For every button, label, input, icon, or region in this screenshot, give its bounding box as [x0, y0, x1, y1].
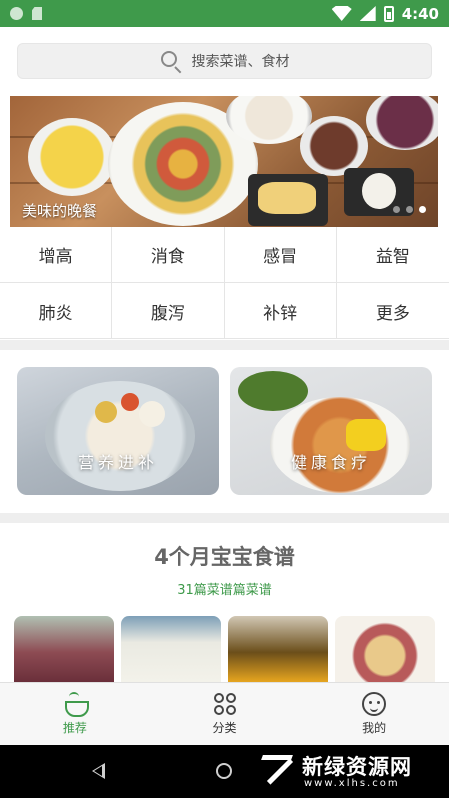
feature-card-label: 营养进补: [77, 453, 158, 472]
bottom-tab-bar: 推荐 分类 我的: [0, 682, 449, 745]
tab-mine[interactable]: 我的: [299, 683, 449, 745]
recipe-thumbnail[interactable]: [335, 616, 435, 682]
sd-card-icon: [32, 7, 42, 20]
notification-icon: [10, 7, 23, 20]
pot-icon: [63, 692, 89, 717]
category-item[interactable]: 肺炎: [0, 283, 113, 339]
category-more[interactable]: 更多: [337, 283, 449, 339]
feature-card-nutrition[interactable]: 营养进补: [17, 367, 219, 495]
category-item[interactable]: 腹泻: [112, 283, 225, 339]
watermark-title: 新绿资源网: [302, 755, 412, 779]
watermark-url: www.xlhs.com: [304, 778, 400, 789]
category-item[interactable]: 补锌: [225, 283, 337, 339]
search-placeholder: 搜索菜谱、食材: [191, 54, 290, 70]
banner-carousel[interactable]: 美味的晚餐: [10, 96, 438, 227]
recipe-thumbnail[interactable]: [121, 616, 221, 682]
banner-title: 美味的晚餐: [22, 202, 98, 220]
feature-cards: 营养进补 健康食疗: [17, 367, 432, 495]
battery-icon: [383, 5, 394, 22]
carousel-dot[interactable]: [406, 206, 413, 213]
search-area: 搜索菜谱、食材: [0, 27, 449, 96]
status-time: 4:40: [401, 4, 439, 23]
recipe-thumbnail[interactable]: [228, 616, 328, 682]
carousel-dot-active[interactable]: [419, 206, 426, 213]
watermark-logo-icon: [258, 751, 298, 791]
corn-image: [346, 419, 386, 451]
tab-recommend[interactable]: 推荐: [0, 683, 150, 745]
category-item[interactable]: 增高: [0, 227, 113, 283]
grid-icon: [213, 692, 237, 716]
tab-label: 推荐: [62, 721, 87, 735]
category-item[interactable]: 消食: [112, 227, 225, 283]
recipe-thumbnail[interactable]: [14, 616, 114, 682]
tab-label: 分类: [212, 721, 237, 735]
section-divider: [0, 513, 449, 523]
ingredient-plate-image: [248, 174, 328, 226]
search-icon: [160, 50, 182, 74]
wifi-icon: [331, 6, 352, 21]
soup-bowl-image: [270, 397, 410, 493]
search-bar[interactable]: 搜索菜谱、食材: [17, 43, 432, 79]
tab-category[interactable]: 分类: [150, 683, 300, 745]
feature-card-therapy[interactable]: 健康食疗: [230, 367, 432, 495]
category-item[interactable]: 益智: [336, 227, 449, 283]
section-title: 4个月宝宝食谱: [154, 545, 295, 569]
home-icon[interactable]: [216, 763, 232, 779]
signal-icon: [359, 6, 376, 21]
section-subtitle[interactable]: 31篇菜谱篇菜谱: [0, 579, 449, 598]
recipe-thumbnail-list: [14, 616, 435, 682]
carousel-dot[interactable]: [393, 206, 400, 213]
soup-bowl-image: [28, 118, 116, 196]
face-icon: [362, 692, 387, 716]
carousel-indicator: [393, 206, 426, 213]
category-grid: 增高 消食 感冒 益智 肺炎 腹泻 补锌 更多: [0, 227, 449, 339]
ingredient-bowl-image: [366, 96, 438, 150]
tab-label: 我的: [362, 721, 387, 735]
back-icon[interactable]: [92, 763, 105, 779]
status-bar: 4:40: [0, 0, 449, 27]
feature-card-label: 健康食疗: [290, 453, 371, 472]
dessert-bowl-image: [45, 381, 195, 491]
ingredient-bowl-image: [300, 116, 368, 176]
section-divider: [0, 340, 449, 350]
herb-image: [238, 371, 308, 411]
category-item[interactable]: 感冒: [224, 227, 337, 283]
system-nav-bar: 新绿资源网 www.xlhs.com: [0, 745, 449, 798]
